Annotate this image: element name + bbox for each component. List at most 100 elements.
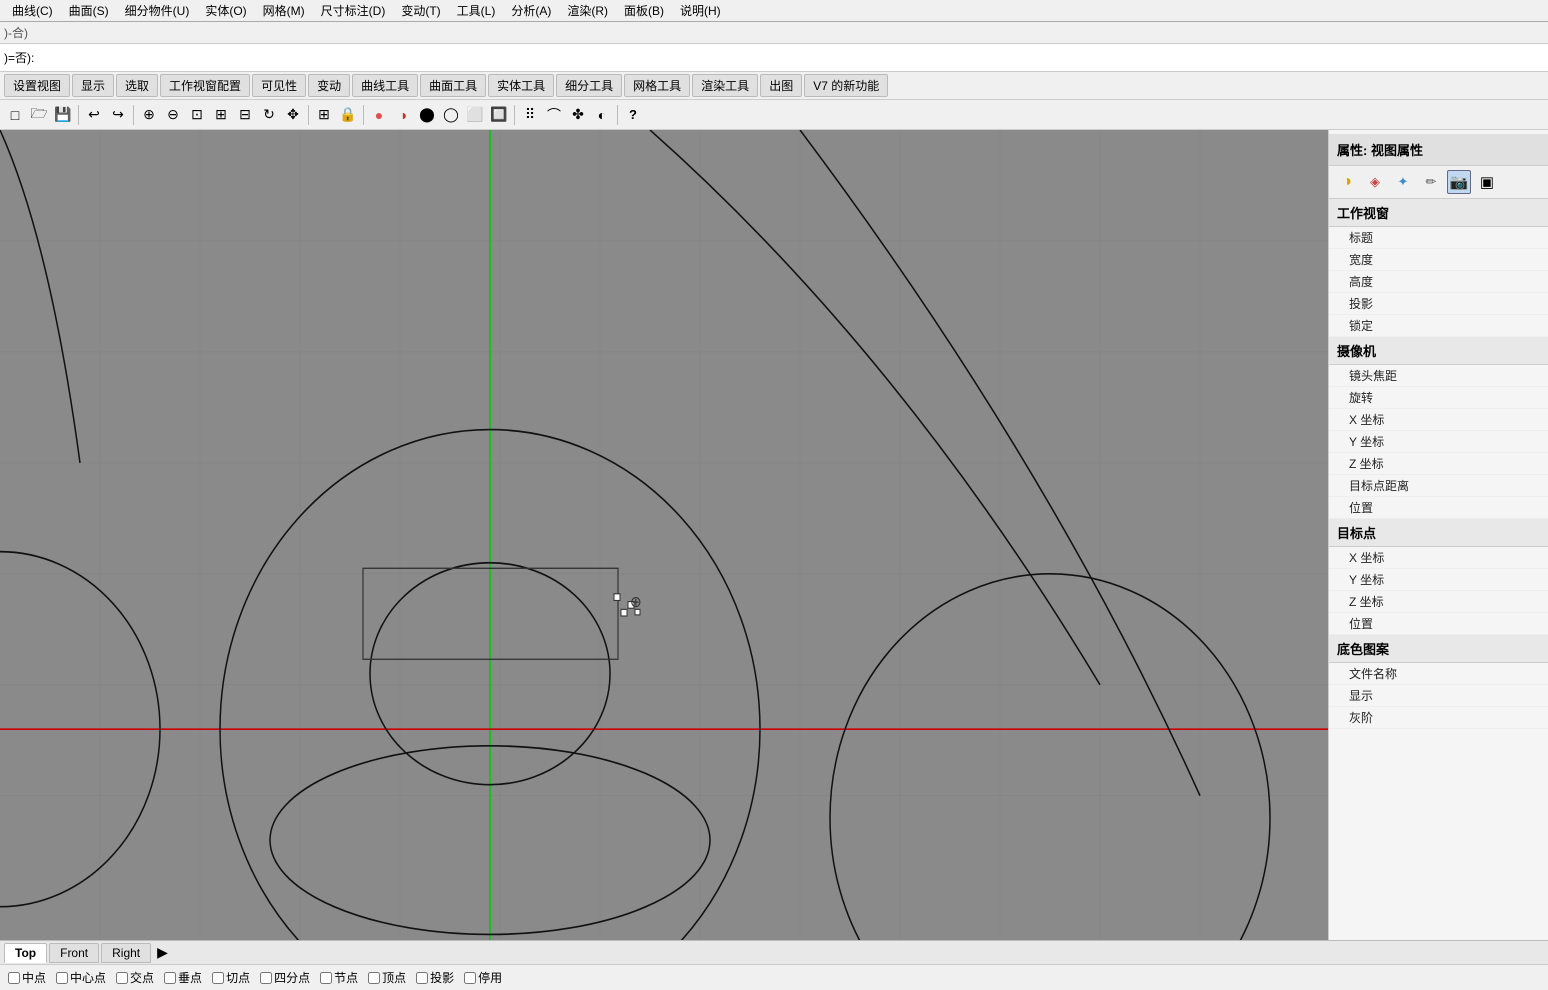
prop-grayscale[interactable]: 灰阶 — [1329, 707, 1548, 729]
snap-perpendicular-checkbox[interactable] — [164, 972, 176, 984]
toolbar-tab-mesh-tools[interactable]: 网格工具 — [624, 74, 690, 97]
prop-target-dist[interactable]: 目标点距离 — [1329, 475, 1548, 497]
toolbar-tab-v7[interactable]: V7 的新功能 — [804, 74, 888, 97]
render-preview-icon[interactable]: ◐ — [591, 104, 613, 126]
prop-target-y[interactable]: Y 坐标 — [1329, 569, 1548, 591]
grid-icon[interactable]: ⊞ — [313, 104, 335, 126]
toolbar-tab-viewport[interactable]: 工作视窗配置 — [160, 74, 250, 97]
color1-icon[interactable]: ● — [368, 104, 390, 126]
help-icon[interactable]: ? — [622, 104, 644, 126]
box2-icon[interactable]: 🔲 — [488, 104, 510, 126]
snap-midpoint[interactable]: 中点 — [8, 969, 46, 986]
lock-icon[interactable]: 🔒 — [337, 104, 359, 126]
viewport-rect-icon[interactable]: ▣ — [1475, 170, 1499, 194]
menu-item-transform[interactable]: 变动(T) — [393, 0, 448, 21]
prop-lock[interactable]: 锁定 — [1329, 315, 1548, 337]
prop-filename[interactable]: 文件名称 — [1329, 663, 1548, 685]
zoom-ext-icon[interactable]: ⊡ — [186, 104, 208, 126]
tab-arrow[interactable]: ▶ — [153, 944, 172, 961]
menu-item-mesh[interactable]: 网格(M) — [255, 0, 313, 21]
snap-quadrant-checkbox[interactable] — [260, 972, 272, 984]
snap-center-checkbox[interactable] — [56, 972, 68, 984]
toolbar-tab-surface-tools[interactable]: 曲面工具 — [420, 74, 486, 97]
pan-icon[interactable]: ✥ — [282, 104, 304, 126]
toolbar-tab-print[interactable]: 出图 — [760, 74, 802, 97]
snap-center[interactable]: 中心点 — [56, 969, 106, 986]
menu-item-analysis[interactable]: 分析(A) — [503, 0, 559, 21]
toolbar-tab-select[interactable]: 选取 — [116, 74, 158, 97]
zoom-window-icon[interactable]: ⊟ — [234, 104, 256, 126]
menu-item-help[interactable]: 说明(H) — [672, 0, 729, 21]
prop-rotate[interactable]: 旋转 — [1329, 387, 1548, 409]
prop-cam-z[interactable]: Z 坐标 — [1329, 453, 1548, 475]
prop-target-pos[interactable]: 位置 — [1329, 613, 1548, 635]
transform-icon[interactable]: ✤ — [567, 104, 589, 126]
curve-icon[interactable]: ⌒ — [543, 104, 565, 126]
prop-focal[interactable]: 镜头焦距 — [1329, 365, 1548, 387]
zoom-sel-icon[interactable]: ⊞ — [210, 104, 232, 126]
sphere-icon[interactable]: ⬤ — [416, 104, 438, 126]
zoom-out-icon[interactable]: ⊖ — [162, 104, 184, 126]
tab-right[interactable]: Right — [101, 943, 151, 963]
redo-icon[interactable]: ↪ — [107, 104, 129, 126]
toolbar-tab-render-tools[interactable]: 渲染工具 — [692, 74, 758, 97]
menu-item-panels[interactable]: 面板(B) — [616, 0, 672, 21]
toolbar-tab-curve-tools[interactable]: 曲线工具 — [352, 74, 418, 97]
save-icon[interactable]: 💾 — [52, 104, 74, 126]
tab-top[interactable]: Top — [4, 943, 47, 963]
snap-knot-checkbox[interactable] — [320, 972, 332, 984]
menu-item-dim[interactable]: 尺寸标注(D) — [313, 0, 394, 21]
env-icon[interactable]: ✦ — [1391, 170, 1415, 194]
camera-icon[interactable]: 📷 — [1447, 170, 1471, 194]
menu-item-surface[interactable]: 曲面(S) — [61, 0, 117, 21]
snap-tangent-checkbox[interactable] — [212, 972, 224, 984]
toolbar-tab-solid-tools[interactable]: 实体工具 — [488, 74, 554, 97]
menu-item-tools[interactable]: 工具(L) — [449, 0, 504, 21]
prop-width[interactable]: 宽度 — [1329, 249, 1548, 271]
viewport[interactable]: ⊕ — [0, 130, 1328, 940]
snap-vertex-checkbox[interactable] — [368, 972, 380, 984]
tab-front[interactable]: Front — [49, 943, 99, 963]
box1-icon[interactable]: ⬜ — [464, 104, 486, 126]
points-icon[interactable]: ⠿ — [519, 104, 541, 126]
prop-cam-x[interactable]: X 坐标 — [1329, 409, 1548, 431]
prop-display[interactable]: 显示 — [1329, 685, 1548, 707]
snap-vertex[interactable]: 顶点 — [368, 969, 406, 986]
new-icon[interactable]: □ — [4, 104, 26, 126]
snap-knot[interactable]: 节点 — [320, 969, 358, 986]
snap-project[interactable]: 投影 — [416, 969, 454, 986]
prop-cam-pos[interactable]: 位置 — [1329, 497, 1548, 519]
snap-intersection[interactable]: 交点 — [116, 969, 154, 986]
prop-projection[interactable]: 投影 — [1329, 293, 1548, 315]
toolbar-tab-transform[interactable]: 变动 — [308, 74, 350, 97]
prop-cam-y[interactable]: Y 坐标 — [1329, 431, 1548, 453]
prop-height[interactable]: 高度 — [1329, 271, 1548, 293]
snap-disable[interactable]: 停用 — [464, 969, 502, 986]
toolbar-tab-visibility[interactable]: 可见性 — [252, 74, 306, 97]
pen-icon[interactable]: ✏ — [1419, 170, 1443, 194]
prop-target-z[interactable]: Z 坐标 — [1329, 591, 1548, 613]
snap-quadrant[interactable]: 四分点 — [260, 969, 310, 986]
toolbar-tab-display[interactable]: 显示 — [72, 74, 114, 97]
snap-disable-checkbox[interactable] — [464, 972, 476, 984]
zoom-in-icon[interactable]: ⊕ — [138, 104, 160, 126]
undo-icon[interactable]: ↩ — [83, 104, 105, 126]
color2-icon[interactable]: ◑ — [392, 104, 414, 126]
prop-title[interactable]: 标题 — [1329, 227, 1548, 249]
snap-project-checkbox[interactable] — [416, 972, 428, 984]
snap-tangent[interactable]: 切点 — [212, 969, 250, 986]
menu-item-subd[interactable]: 细分物件(U) — [117, 0, 198, 21]
rotate-icon[interactable]: ↻ — [258, 104, 280, 126]
cmd-input[interactable] — [38, 51, 238, 65]
torus-icon[interactable]: ◯ — [440, 104, 462, 126]
menu-item-render[interactable]: 渲染(R) — [559, 0, 616, 21]
prop-target-x[interactable]: X 坐标 — [1329, 547, 1548, 569]
color-props-icon[interactable]: ◑ — [1335, 170, 1359, 194]
toolbar-tab-setview[interactable]: 设置视图 — [4, 74, 70, 97]
menu-item-curves[interactable]: 曲线(C) — [4, 0, 61, 21]
toolbar-tab-subd-tools[interactable]: 细分工具 — [556, 74, 622, 97]
snap-midpoint-checkbox[interactable] — [8, 972, 20, 984]
open-icon[interactable]: 🗁 — [28, 104, 50, 126]
snap-intersection-checkbox[interactable] — [116, 972, 128, 984]
snap-perpendicular[interactable]: 垂点 — [164, 969, 202, 986]
